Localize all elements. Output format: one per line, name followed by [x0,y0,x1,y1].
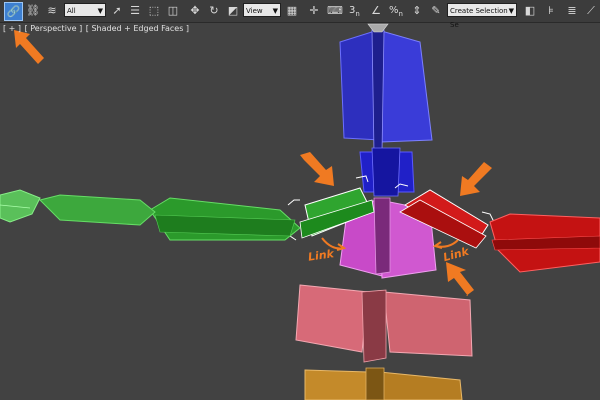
pivot-center-button[interactable]: ▦ [284,3,300,19]
select-and-manipulate-button[interactable]: ✛ [306,3,322,19]
viewport-view-label[interactable]: [ Perspective ] [25,24,83,33]
rectangle-selection-icon: ⬚ [148,4,160,17]
select-and-link-button[interactable]: 🔗 [4,2,23,21]
mirror-icon: ◧ [524,4,536,17]
angle-snap-icon: ∠ [371,4,381,17]
select-and-move-button[interactable]: ✥ [187,3,203,19]
select-and-rotate-button[interactable]: ↻ [206,3,222,19]
chevron-down-icon: ▼ [508,7,514,15]
select-and-scale-button[interactable]: ◩ [225,3,241,19]
scale-icon: ◩ [227,4,239,17]
curve-editor-button[interactable]: ⟋ [583,3,599,19]
layers-icon: ≣ [567,4,577,17]
list-icon: ☰ [130,4,140,17]
layer-manager-button[interactable]: ≣ [564,3,580,19]
curve-icon: ⟋ [587,4,595,17]
perspective-viewport[interactable]: Link Link [0,23,600,400]
pivot-icon: ▦ [286,4,298,17]
spinner-snap-icon: ⇕ [412,4,422,17]
orange-arrow-green [300,152,334,186]
green-forearm[interactable] [149,197,301,241]
space-warp-icon: ≋ [47,4,57,17]
orange-arrow-red [460,162,492,196]
viewport-shading-label[interactable]: [ Shaded + Edged Faces ] [86,24,189,33]
select-object-button[interactable]: ➚ [109,3,125,19]
snaps-toggle-button[interactable]: 3n [349,3,360,22]
reference-coordinate-dropdown[interactable]: View ▼ [243,3,281,17]
viewport-label: [ + ] [ Perspective ] [ Shaded + Edged F… [3,24,190,33]
angle-snap-button[interactable]: ∠ [368,3,384,19]
rectangular-selection-button[interactable]: ⬚ [146,3,162,19]
pink-thigh[interactable] [295,284,473,363]
blue-top-wing[interactable] [339,23,433,153]
main-toolbar: 🔗 ⛓ ≋ All ▼ ➚ ☰ ⬚ ◫ ✥ ↻ ◩ View ▼ ▦ ✛ ⌨ 3n … [0,0,600,29]
viewport-menu-plus[interactable]: [ + ] [3,24,21,33]
move-icon: ✥ [190,4,200,17]
spinner-snap-button[interactable]: ⇕ [409,3,425,19]
edit-named-selection-button[interactable]: ✎ [428,3,444,19]
named-selection-icon: ✎ [431,4,441,17]
named-selection-set-dropdown[interactable]: Create Selection Se ▼ [447,3,517,29]
percent-snap-button[interactable]: %n [389,3,403,22]
unlink-icon: ⛓ [26,4,40,17]
chevron-down-icon: ▼ [272,7,278,15]
keyboard-shortcut-override-button[interactable]: ⌨ [327,3,343,19]
rotate-icon: ↻ [209,4,219,17]
select-by-name-button[interactable]: ☰ [127,3,143,19]
bind-to-space-warp-button[interactable]: ≋ [44,3,60,19]
window-crossing-icon: ◫ [167,4,179,17]
mirror-button[interactable]: ◧ [522,3,538,19]
unlink-selection-button[interactable]: ⛓ [25,3,41,19]
align-icon: ⊧ [548,4,554,17]
selection-filter-dropdown[interactable]: All ▼ [64,3,106,17]
gold-foot[interactable] [304,367,463,400]
orange-arrow-pelvis [446,262,474,296]
chevron-down-icon: ▼ [97,7,103,15]
cursor-icon: ➚ [112,4,122,17]
link-icon: 🔗 [6,4,21,18]
orange-arrow-toolbar [14,30,44,64]
window-crossing-button[interactable]: ◫ [165,3,181,19]
red-forearm[interactable] [489,213,600,273]
green-hand[interactable] [0,189,156,226]
scene-canvas [0,23,600,400]
link-arrowhead-right [432,241,443,249]
blue-chest[interactable] [359,147,415,197]
keyboard-icon: ⌨ [327,4,343,17]
align-button[interactable]: ⊧ [543,3,559,19]
manipulate-icon: ✛ [309,4,319,17]
